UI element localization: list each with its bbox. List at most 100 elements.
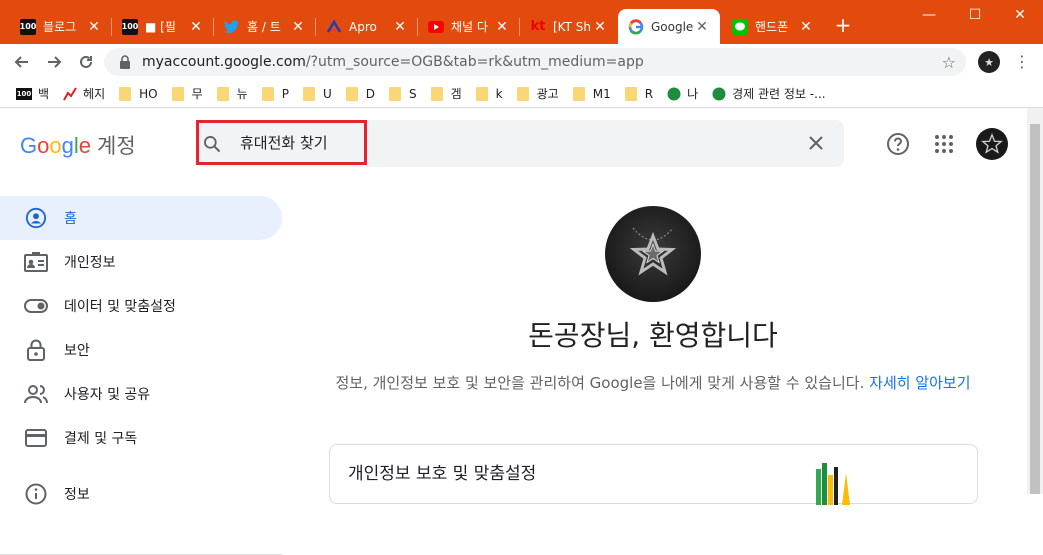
- bookmark-folder[interactable]: HO: [119, 86, 158, 101]
- maximize-button[interactable]: ☐: [952, 0, 998, 30]
- sidebar-item-label: 개인정보: [64, 255, 116, 271]
- menu-kebab-icon[interactable]: ⋮: [1014, 52, 1030, 72]
- credit-card-icon: [24, 426, 48, 450]
- close-tab-icon[interactable]: ✕: [290, 19, 306, 35]
- tab-youtube[interactable]: 채널 다 ✕: [418, 9, 520, 44]
- profile-avatar-small[interactable]: ★: [978, 51, 1000, 73]
- google-icon: [628, 18, 644, 35]
- bookmark-folder[interactable]: P: [261, 86, 289, 101]
- close-tab-icon[interactable]: ✕: [86, 19, 102, 35]
- bookmark-folder[interactable]: U: [302, 86, 332, 101]
- sidebar-item-payments[interactable]: 결제 및 구독: [0, 416, 282, 460]
- folder-icon: [119, 86, 132, 101]
- close-tab-icon[interactable]: ✕: [494, 19, 510, 35]
- clear-search-icon: [809, 136, 823, 150]
- sidebar-item-label: 보안: [64, 343, 90, 359]
- logo-account-text: 계정: [97, 135, 136, 158]
- star-pendant-icon: [981, 133, 1003, 154]
- bookmark-star-icon[interactable]: ☆: [942, 53, 956, 72]
- card-title: 개인정보 보호 및 맞춤설정: [348, 464, 537, 484]
- folder-icon: [624, 86, 637, 101]
- bookmark-folder[interactable]: 광고: [516, 85, 559, 102]
- browser-tab-bar: 100 블로그 ✕ 100 ■ [필 ✕ 홈 / 트 ✕ Apro ✕ 채널 다…: [0, 0, 1043, 44]
- info-icon: [24, 482, 48, 506]
- bookmark-item[interactable]: 경제 관련 정보 -...: [712, 85, 826, 102]
- folder-icon: [572, 86, 585, 101]
- close-tab-icon[interactable]: ✕: [592, 19, 608, 35]
- bookmark-folder[interactable]: R: [624, 86, 653, 101]
- green-circle-icon: [667, 87, 681, 101]
- sidebar-item-home[interactable]: 홈: [0, 196, 282, 240]
- close-window-button[interactable]: ✕: [997, 0, 1043, 30]
- tab-blog[interactable]: 100 블로그 ✕: [10, 9, 112, 44]
- page-content: Google 계정 홈 개인정보 데이터 및 맞춤설정 보안 사용자: [0, 108, 1043, 555]
- profile-picture[interactable]: [605, 206, 701, 302]
- new-tab-button[interactable]: +: [832, 14, 854, 36]
- browser-toolbar: myaccount.google.com/?utm_source=OGB&tab…: [0, 44, 1043, 80]
- tab-twitter[interactable]: 홈 / 트 ✕: [214, 9, 316, 44]
- account-avatar[interactable]: [976, 128, 1008, 160]
- privacy-illustration-icon: [816, 463, 850, 505]
- back-button[interactable]: [10, 50, 34, 74]
- sidebar-item-label: 정보: [64, 487, 90, 503]
- tab-kt[interactable]: kt [KT Sh ✕: [520, 9, 618, 44]
- sidebar-item-personal-info[interactable]: 개인정보: [0, 240, 282, 284]
- tab-phone[interactable]: 핸드폰 ✕: [722, 9, 824, 44]
- bookmark-folder[interactable]: M1: [572, 86, 611, 101]
- address-bar[interactable]: myaccount.google.com/?utm_source=OGB&tab…: [104, 48, 966, 76]
- bookmark-item[interactable]: 헤지: [63, 85, 105, 102]
- bookmark-folder[interactable]: 겜: [430, 85, 462, 102]
- tab-pil[interactable]: 100 ■ [필 ✕: [112, 9, 214, 44]
- welcome-description: 정보, 개인정보 보호 및 보안을 관리하여 Google을 나에게 맞게 사용…: [335, 374, 971, 392]
- scrollbar-thumb[interactable]: [1030, 124, 1040, 494]
- twitter-icon: [224, 19, 240, 35]
- minimize-button[interactable]: —: [906, 0, 952, 30]
- sidebar-item-security[interactable]: 보안: [0, 328, 282, 372]
- bookmark-folder[interactable]: 뉴: [216, 85, 248, 102]
- bookmark-folder[interactable]: S: [389, 86, 417, 101]
- close-tab-icon[interactable]: ✕: [392, 19, 408, 35]
- bookmark-folder[interactable]: D: [345, 86, 375, 101]
- url-path: /?utm_source=OGB&tab=rk&utm_medium=app: [305, 54, 644, 70]
- tab-title: 채널 다: [451, 20, 488, 34]
- sidebar-item-people[interactable]: 사용자 및 공유: [0, 372, 282, 416]
- search-icon: [204, 136, 221, 153]
- bookmark-folder[interactable]: 무: [171, 85, 203, 102]
- bookmark-item[interactable]: 나: [667, 85, 698, 102]
- learn-more-link[interactable]: 자세히 알아보기: [869, 374, 970, 392]
- tab-google-account[interactable]: Google ✕: [618, 9, 720, 44]
- lock-icon[interactable]: [118, 55, 132, 69]
- tab-apro[interactable]: Apro ✕: [316, 9, 418, 44]
- sidebar-item-label: 사용자 및 공유: [64, 387, 151, 403]
- tab-title: 홈 / 트: [247, 20, 281, 34]
- apro-icon: [326, 19, 342, 35]
- help-icon[interactable]: [886, 132, 910, 156]
- tab-title: Apro: [349, 19, 377, 34]
- home-person-icon: [24, 206, 48, 230]
- sidebar-item-label: 결제 및 구독: [64, 431, 138, 447]
- folder-icon: [430, 86, 443, 101]
- google-account-logo[interactable]: Google 계정: [20, 130, 136, 160]
- toggle-icon: [24, 294, 48, 318]
- sidebar-item-data[interactable]: 데이터 및 맞춤설정: [0, 284, 282, 328]
- chart-icon: [63, 86, 77, 101]
- close-tab-icon[interactable]: ✕: [188, 19, 204, 35]
- sidebar-item-info[interactable]: 정보: [0, 472, 282, 516]
- apps-grid-icon[interactable]: [932, 132, 956, 156]
- tab-title: ■ [필: [145, 20, 176, 34]
- bookmark-folder[interactable]: k: [475, 86, 503, 101]
- url-domain: myaccount.google.com: [142, 54, 306, 70]
- reload-icon: [80, 55, 92, 68]
- sidebar-nav: 홈 개인정보 데이터 및 맞춤설정 보안 사용자 및 공유 결제 및 구독 정보: [0, 196, 282, 555]
- reload-button[interactable]: [74, 50, 98, 74]
- bookmark-item[interactable]: 100 백: [16, 85, 49, 102]
- back-arrow-icon: [14, 56, 28, 68]
- account-search-bar[interactable]: [196, 120, 844, 167]
- close-tab-icon[interactable]: ✕: [798, 19, 814, 35]
- forward-button[interactable]: [42, 50, 66, 74]
- tab-title: 핸드폰: [755, 20, 789, 34]
- privacy-personalization-card[interactable]: 개인정보 보호 및 맞춤설정: [329, 444, 978, 505]
- search-input[interactable]: [240, 133, 800, 151]
- page-scrollbar[interactable]: [1027, 108, 1043, 494]
- close-tab-icon[interactable]: ✕: [694, 19, 710, 35]
